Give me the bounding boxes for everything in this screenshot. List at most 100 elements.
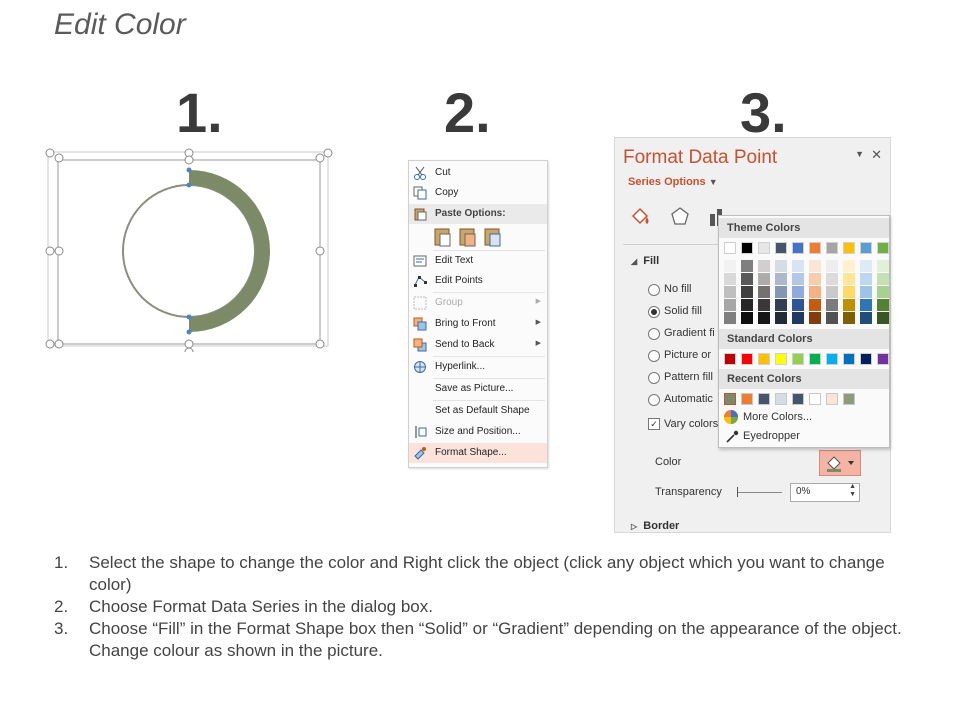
series-options-dropdown[interactable]: Series Options ▼ <box>628 176 718 188</box>
theme-color-swatch[interactable] <box>758 242 770 254</box>
recent-color-swatch[interactable] <box>758 393 770 405</box>
menu-item-bring-to-front[interactable]: Bring to Front ▶ <box>409 314 547 334</box>
standard-color-swatch[interactable] <box>758 353 770 365</box>
menu-item-send-to-back[interactable]: Send to Back ▶ <box>409 335 547 355</box>
theme-color-swatch[interactable] <box>826 242 838 254</box>
theme-shade-swatch[interactable] <box>809 260 821 272</box>
theme-shade-swatch[interactable] <box>877 260 889 272</box>
theme-shade-swatch[interactable] <box>724 286 736 298</box>
recent-color-swatch[interactable] <box>826 393 838 405</box>
menu-item-set-default-shape[interactable]: Set as Default Shape <box>409 401 547 421</box>
theme-shade-swatch[interactable] <box>860 260 872 272</box>
theme-shade-swatch[interactable] <box>758 260 770 272</box>
ring-shape-graphic[interactable] <box>44 146 334 357</box>
theme-shade-swatch[interactable] <box>843 312 855 324</box>
menu-item-format-shape[interactable]: Format Shape... <box>409 443 547 463</box>
theme-shade-swatch[interactable] <box>792 299 804 311</box>
theme-shade-swatch[interactable] <box>877 273 889 285</box>
recent-color-swatch[interactable] <box>809 393 821 405</box>
recent-color-swatch[interactable] <box>792 393 804 405</box>
theme-color-swatch[interactable] <box>741 242 753 254</box>
theme-color-swatch[interactable] <box>860 242 872 254</box>
theme-shade-swatch[interactable] <box>741 273 753 285</box>
theme-shade-swatch[interactable] <box>775 273 787 285</box>
recent-color-swatch[interactable] <box>775 393 787 405</box>
theme-shade-swatch[interactable] <box>826 299 838 311</box>
fill-section-header[interactable]: ◢ Fill <box>631 255 659 267</box>
theme-shade-swatch[interactable] <box>758 299 770 311</box>
menu-item-edit-text[interactable]: Edit Text <box>409 251 547 271</box>
eyedropper-link[interactable]: Eyedropper <box>743 430 800 442</box>
theme-shade-swatch[interactable] <box>724 312 736 324</box>
donut-segment[interactable] <box>189 170 270 332</box>
radio-automatic[interactable] <box>648 394 660 406</box>
adjust-handles[interactable] <box>186 167 192 335</box>
standard-color-swatch[interactable] <box>741 353 753 365</box>
standard-color-swatch[interactable] <box>843 353 855 365</box>
standard-color-swatch[interactable] <box>775 353 787 365</box>
standard-color-swatch[interactable] <box>724 353 736 365</box>
theme-shade-swatch[interactable] <box>826 312 838 324</box>
radio-pattern-fill[interactable] <box>648 372 660 384</box>
theme-shade-swatch[interactable] <box>809 286 821 298</box>
effects-tab-icon[interactable] <box>667 204 693 230</box>
theme-shade-swatch[interactable] <box>775 286 787 298</box>
spinner-arrows-icon[interactable]: ▲ ▼ <box>849 483 856 499</box>
theme-shade-swatch[interactable] <box>775 312 787 324</box>
menu-item-copy[interactable]: Copy <box>409 183 547 203</box>
menu-item-size-position[interactable]: Size and Position... <box>409 422 547 442</box>
pane-options-dropdown-icon[interactable]: ▼ <box>855 149 864 159</box>
transparency-slider[interactable] <box>738 492 782 493</box>
theme-shade-swatch[interactable] <box>792 273 804 285</box>
fill-color-button[interactable] <box>819 450 861 476</box>
theme-shade-swatch[interactable] <box>877 312 889 324</box>
transparency-input[interactable]: 0% ▲ ▼ <box>790 483 860 502</box>
theme-shade-swatch[interactable] <box>843 273 855 285</box>
theme-shade-swatch[interactable] <box>809 299 821 311</box>
theme-shade-swatch[interactable] <box>792 286 804 298</box>
theme-shade-swatch[interactable] <box>860 312 872 324</box>
theme-shade-swatch[interactable] <box>826 260 838 272</box>
theme-shade-swatch[interactable] <box>843 299 855 311</box>
theme-color-swatch[interactable] <box>809 242 821 254</box>
recent-color-swatch[interactable] <box>724 393 736 405</box>
theme-shade-swatch[interactable] <box>860 286 872 298</box>
radio-picture-fill[interactable] <box>648 350 660 362</box>
theme-shade-swatch[interactable] <box>843 286 855 298</box>
theme-color-swatch[interactable] <box>724 242 736 254</box>
standard-color-swatch[interactable] <box>860 353 872 365</box>
theme-shade-swatch[interactable] <box>860 273 872 285</box>
theme-shade-swatch[interactable] <box>809 273 821 285</box>
menu-item-hyperlink[interactable]: Hyperlink... <box>409 357 547 377</box>
radio-no-fill[interactable] <box>648 284 660 296</box>
theme-shade-swatch[interactable] <box>741 286 753 298</box>
menu-item-group[interactable]: Group ▶ <box>409 293 547 313</box>
theme-shade-swatch[interactable] <box>724 273 736 285</box>
theme-shade-swatch[interactable] <box>741 299 753 311</box>
theme-shade-swatch[interactable] <box>724 260 736 272</box>
border-section-header[interactable]: ▷ Border <box>631 520 679 532</box>
theme-shade-swatch[interactable] <box>775 299 787 311</box>
more-colors-link[interactable]: More Colors... <box>743 411 812 423</box>
theme-shade-swatch[interactable] <box>758 312 770 324</box>
theme-color-swatch[interactable] <box>775 242 787 254</box>
radio-gradient-fill[interactable] <box>648 328 660 340</box>
menu-item-save-as-picture[interactable]: Save as Picture... <box>409 379 547 399</box>
theme-shade-swatch[interactable] <box>758 286 770 298</box>
theme-shade-swatch[interactable] <box>775 260 787 272</box>
theme-color-swatch[interactable] <box>792 242 804 254</box>
theme-shade-swatch[interactable] <box>741 260 753 272</box>
standard-color-swatch[interactable] <box>792 353 804 365</box>
radio-solid-fill[interactable] <box>648 306 660 318</box>
recent-color-swatch[interactable] <box>843 393 855 405</box>
standard-color-swatch[interactable] <box>877 353 889 365</box>
theme-shade-swatch[interactable] <box>792 312 804 324</box>
menu-item-cut[interactable]: Cut <box>409 163 547 183</box>
selected-shape[interactable] <box>44 146 334 357</box>
theme-shade-swatch[interactable] <box>877 286 889 298</box>
theme-shade-swatch[interactable] <box>826 286 838 298</box>
menu-item-edit-points[interactable]: Edit Points <box>409 271 547 291</box>
vary-colors-checkbox[interactable]: ✓ <box>648 418 660 430</box>
standard-color-swatch[interactable] <box>826 353 838 365</box>
theme-shade-swatch[interactable] <box>860 299 872 311</box>
